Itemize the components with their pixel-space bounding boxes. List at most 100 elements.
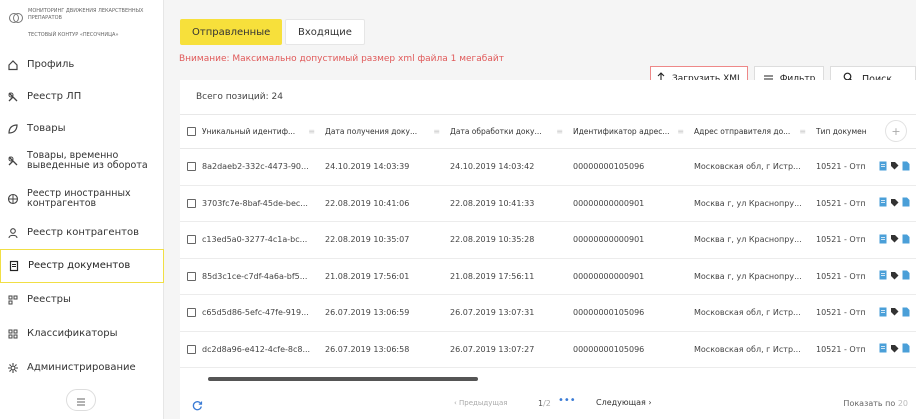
column-header[interactable]: Тип докумен	[816, 114, 876, 149]
table-cell: 10521 - Отп	[816, 258, 876, 295]
row-checkbox[interactable]	[187, 308, 196, 318]
table-header-row: Уникальный идентиф... ≡ Дата получения до…	[180, 114, 916, 149]
table-row[interactable]: 3703fc7e-8baf-45de-bec... 22.08.2019 10:4…	[180, 185, 916, 222]
column-header[interactable]: Адрес отправителя до... ≡	[694, 114, 816, 149]
menu-icon	[76, 391, 86, 410]
sidebar-item-counterparties[interactable]: Реестр контрагентов	[0, 216, 164, 250]
document-download-icon[interactable]	[902, 197, 910, 209]
sidebar-item-label: Товары	[27, 123, 66, 134]
tag-icon[interactable]	[890, 198, 899, 209]
table-cell: Москва г, ул Краснопру...	[694, 258, 816, 295]
row-checkbox[interactable]	[187, 198, 196, 208]
row-actions	[876, 258, 916, 295]
leaf-icon	[5, 121, 21, 137]
select-all-checkbox[interactable]	[187, 127, 196, 136]
table-cell: Московская обл, г Истр...	[694, 331, 816, 368]
table-cell: Москва г, ул Краснопру...	[694, 221, 816, 259]
add-column-button[interactable]: +	[885, 120, 907, 142]
table-cell: c13ed5a0-3277-4c1a-bc...	[202, 221, 325, 259]
row-select-cell	[180, 294, 202, 332]
pills-off-icon	[5, 153, 21, 169]
sidebar-item-goods[interactable]: Товары	[0, 112, 164, 146]
column-header-label: Адрес отправителя до...	[694, 127, 791, 136]
plus-icon: +	[891, 124, 901, 138]
sidebar-item-classifiers[interactable]: Классификаторы	[0, 317, 164, 351]
row-actions	[876, 294, 916, 332]
document-view-icon[interactable]	[879, 307, 887, 319]
table-cell: 22.08.2019 10:35:07	[325, 221, 450, 259]
column-header-label: Дата получения доку...	[325, 127, 418, 136]
sidebar-item-documents[interactable]: Реестр документов	[0, 249, 164, 283]
table-cell: 22.08.2019 10:41:06	[325, 185, 450, 222]
table-cell: Московская обл, г Истр...	[694, 148, 816, 186]
row-checkbox[interactable]	[187, 162, 196, 172]
sidebar-item-label: Реестр иностранных контрагентов	[27, 188, 131, 209]
table-cell: Московская обл, г Истр...	[694, 294, 816, 332]
document-view-icon[interactable]	[879, 234, 887, 246]
sidebar-item-profile[interactable]: Профиль	[0, 48, 164, 82]
column-header[interactable]: Дата обработки доку... ≡	[450, 114, 573, 149]
document-icon	[6, 258, 22, 274]
tab-incoming[interactable]: Входящие	[285, 19, 365, 45]
next-page-button[interactable]: Следующая ›	[596, 398, 652, 407]
table-row[interactable]: 85d3c1ce-c7df-4a6a-bf5... 21.08.2019 17:5…	[180, 258, 916, 295]
sidebar-item-goods-withdrawn[interactable]: Товары, временно выведенные из оборота	[0, 144, 164, 178]
page-size-selector[interactable]: Показать по 20	[843, 399, 908, 408]
tag-icon[interactable]	[890, 307, 899, 318]
horizontal-scrollbar[interactable]	[208, 377, 478, 381]
table-row[interactable]: c65d5d86-5efc-47fe-919... 26.07.2019 13:0…	[180, 294, 916, 332]
column-header[interactable]: Идентификатор адрес... ≡	[573, 114, 694, 149]
documents-card: Всего позиций: 24 Уникальный идентиф... ≡…	[180, 80, 916, 419]
total-count: Всего позиций: 24	[196, 92, 283, 102]
table-row[interactable]: dc2d8a96-e412-4cfe-8c8... 26.07.2019 13:0…	[180, 331, 916, 368]
gear-icon	[5, 360, 21, 376]
sidebar-item-registries[interactable]: Реестры	[0, 283, 164, 317]
table-cell: 10521 - Отп	[816, 221, 876, 259]
table-cell: 00000000000901	[573, 221, 694, 259]
document-download-icon[interactable]	[902, 343, 910, 355]
tab-sent[interactable]: Отправленные	[180, 19, 283, 45]
table-row[interactable]: c13ed5a0-3277-4c1a-bc... 22.08.2019 10:35…	[180, 221, 916, 259]
document-download-icon[interactable]	[902, 270, 910, 282]
row-select-cell	[180, 221, 202, 259]
tag-icon[interactable]	[890, 161, 899, 172]
row-checkbox[interactable]	[187, 271, 196, 281]
table-cell: 00000000105096	[573, 148, 694, 186]
sidebar-item-administration[interactable]: Администрирование	[0, 351, 164, 385]
column-header[interactable]: Уникальный идентиф... ≡	[202, 114, 325, 149]
app-logo: МОНИТОРИНГ ДВИЖЕНИЯ ЛЕКАРСТВЕННЫХ ПРЕПАР…	[8, 8, 164, 46]
document-view-icon[interactable]	[879, 197, 887, 209]
table-cell: Москва г, ул Краснопру...	[694, 185, 816, 222]
sort-icon: ≡	[308, 127, 315, 136]
row-checkbox[interactable]	[187, 344, 196, 354]
column-header[interactable]: Дата получения доку... ≡	[325, 114, 450, 149]
table-cell: 22.08.2019 10:35:28	[450, 221, 573, 259]
document-download-icon[interactable]	[902, 234, 910, 246]
tag-icon[interactable]	[890, 344, 899, 355]
row-checkbox[interactable]	[187, 235, 196, 245]
document-download-icon[interactable]	[902, 307, 910, 319]
prev-page-button[interactable]: ‹ Предыдущая	[454, 399, 507, 407]
table-row[interactable]: 8a2daeb2-332c-4473-90... 24.10.2019 14:03…	[180, 148, 916, 186]
row-actions	[876, 331, 916, 368]
sidebar-item-foreign-counterparties[interactable]: Реестр иностранных контрагентов	[0, 182, 164, 216]
table-cell: dc2d8a96-e412-4cfe-8c8...	[202, 331, 325, 368]
page-size-label: Показать по	[843, 399, 896, 408]
more-pages-button[interactable]: •••	[558, 395, 576, 406]
tag-icon[interactable]	[890, 271, 899, 282]
row-select-cell	[180, 185, 202, 222]
document-view-icon[interactable]	[879, 270, 887, 282]
sort-icon: ≡	[799, 127, 806, 136]
document-download-icon[interactable]	[902, 161, 910, 173]
logo-icon	[9, 13, 23, 23]
table-cell: 10521 - Отп	[816, 331, 876, 368]
document-view-icon[interactable]	[879, 161, 887, 173]
sidebar-item-registry-lp[interactable]: Реестр ЛП	[0, 80, 164, 114]
select-all-cell	[180, 114, 202, 149]
sidebar-collapse-button[interactable]	[66, 389, 96, 411]
tag-icon[interactable]	[890, 234, 899, 245]
sort-icon: ≡	[433, 127, 440, 136]
refresh-icon[interactable]	[192, 396, 203, 415]
sidebar-item-label: Реестр документов	[28, 260, 131, 271]
document-view-icon[interactable]	[879, 343, 887, 355]
